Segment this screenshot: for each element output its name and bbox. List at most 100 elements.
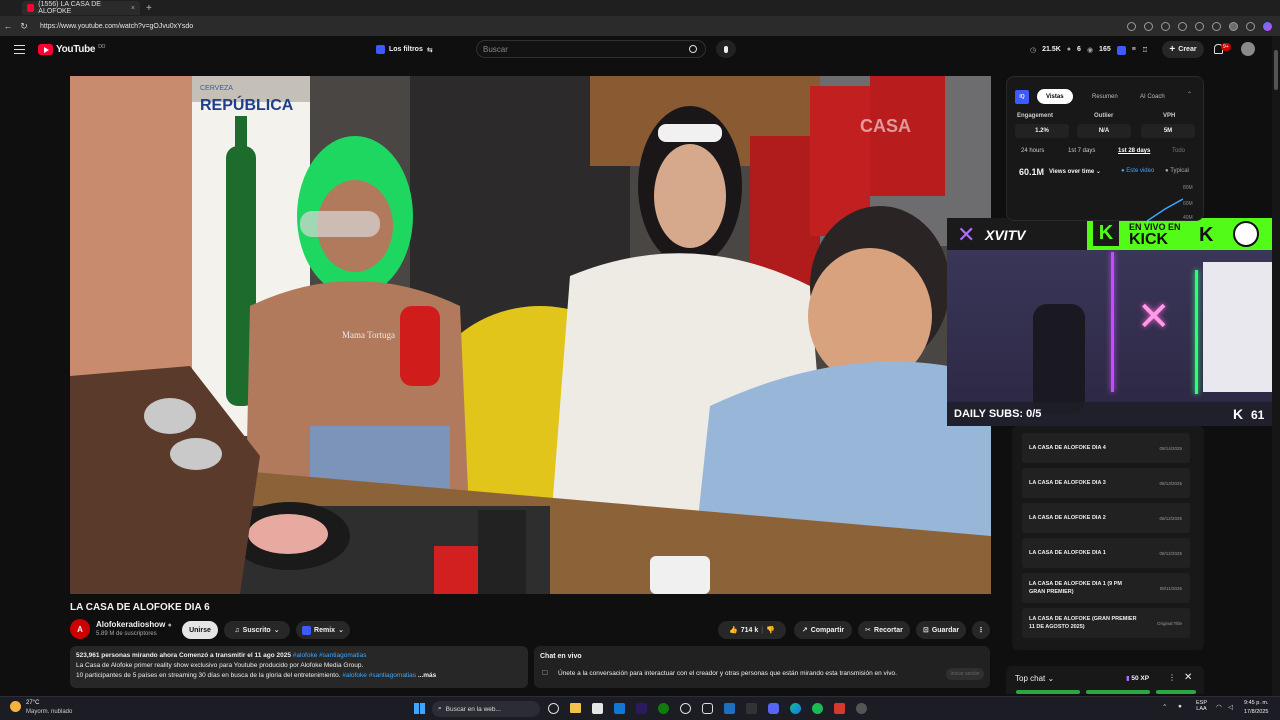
discord-icon[interactable] [768,703,779,714]
apple-tv-icon[interactable] [746,703,757,714]
extension-icon[interactable] [1178,21,1187,31]
page-scrollbar[interactable] [1272,36,1280,696]
create-button[interactable]: + Crear [1162,41,1204,58]
show-more-link[interactable]: ...más [418,672,436,679]
edge-icon[interactable] [790,703,801,714]
description-tags[interactable]: #alofoke #santiagomatias [293,652,367,659]
hamburger-menu-icon[interactable] [14,45,25,54]
outlook-icon[interactable] [614,703,625,714]
browser-tab[interactable]: (1556) LA CASA DE ALOFOKE × [22,1,140,15]
profile-icon[interactable] [1229,21,1238,31]
tab-close-icon[interactable]: × [131,5,135,12]
extension-icons [1127,21,1272,31]
tab-vistas[interactable]: Vistas [1037,89,1073,104]
save-button[interactable]: ⊡ Guardar [916,621,966,639]
subscribed-button[interactable]: ♫ Suscrito ⌄ [224,621,290,639]
list-item[interactable]: LA CASA DE ALOFOKE DIA 2 08/12/2025 [1022,503,1190,533]
video-description[interactable]: 523,961 personas mirando ahora Comenzó a… [70,646,528,688]
xbox-icon[interactable] [658,703,669,714]
browser-tab-bar: (1556) LA CASA DE ALOFOKE × + [0,0,1280,16]
app-icon[interactable] [680,703,691,714]
more-actions-button[interactable]: ⋮ [972,621,990,639]
list-item[interactable]: LA CASA DE ALOFOKE DIA 3 08/13/2025 [1022,468,1190,498]
clock-date[interactable]: 17/8/2025 [1244,709,1268,715]
tab-ai-coach[interactable]: AI Coach [1131,89,1174,104]
back-icon[interactable]: ← [0,21,16,31]
windows-start-icon[interactable] [414,703,425,714]
account-avatar[interactable] [1241,42,1255,56]
clip-button[interactable]: ✂ Recortar [858,621,910,639]
list-item[interactable]: LA CASA DE ALOFOKE DIA 4 08/14/2025 [1022,433,1190,463]
app-icon[interactable] [592,703,603,714]
user-icon: ● [1066,46,1072,53]
metric-engagement: 1.2% [1015,124,1069,138]
list-item[interactable]: LA CASA DE ALOFOKE DIA 1 08/12/2025 [1022,538,1190,568]
chat-chip[interactable] [1086,690,1150,694]
reload-icon[interactable]: ↻ [16,21,32,32]
range-28d[interactable]: 1st 28 days [1118,148,1150,154]
weather-icon[interactable] [10,701,21,712]
app-icon[interactable] [702,703,713,714]
thumbs-down-icon[interactable]: 👎 [766,626,775,634]
playlist-date: Original Title [1156,620,1182,626]
volume-icon[interactable]: ◁ [1228,703,1233,711]
more-icon[interactable]: ⋮ [1168,673,1176,682]
tray-icon[interactable]: ● [1178,703,1182,710]
taskbar-search[interactable]: ⌕ Buscar en la web... [432,701,540,717]
overlay-brand: XVITV [985,227,1026,243]
copilot-icon[interactable] [1263,21,1272,31]
join-button[interactable]: Unirse [182,621,218,639]
scrollbar-thumb[interactable] [1274,50,1278,90]
app-icon[interactable] [724,703,735,714]
tray-chevron-icon[interactable]: ⌃ [1162,703,1167,711]
wifi-icon[interactable]: ◠ [1216,703,1222,711]
premiere-icon[interactable] [636,703,647,714]
extension-icon[interactable] [1144,21,1153,31]
list-item[interactable]: LA CASA DE ALOFOKE (GRAN PREMIER 11 DE A… [1022,608,1190,638]
vidiq-icon[interactable] [1116,46,1126,55]
channel-name[interactable]: Alofokeradioshow ● [96,620,172,629]
search-input[interactable]: Buscar [476,40,706,58]
bookmark-star-icon[interactable] [1161,21,1170,31]
address-bar: ← ↻ https://www.youtube.com/watch?v=gOJv… [0,16,1280,36]
channel-avatar[interactable]: A [70,619,90,639]
description-tags[interactable]: #alofoke #santiagomatias [342,672,416,679]
app-icon[interactable] [856,703,867,714]
more-icon[interactable] [1246,21,1255,31]
collapse-icon[interactable]: ⌃ [1187,91,1192,98]
chat-chip[interactable] [1016,690,1080,694]
chat-chip[interactable] [1156,690,1196,694]
share-button[interactable]: ↗ Compartir [794,621,852,639]
file-explorer-icon[interactable] [570,703,581,713]
app-icon[interactable] [834,703,845,714]
extension-icon[interactable] [1127,21,1136,31]
remix-button[interactable]: Remix ⌄ [296,621,350,639]
url-field[interactable]: https://www.youtube.com/watch?v=gOJvu0xY… [40,23,193,30]
like-button[interactable]: 👍 714 k | 👎 [718,621,786,639]
filters-button[interactable]: Los filtros ⇆ [376,45,433,54]
voice-search-button[interactable] [716,40,736,58]
sign-in-button[interactable]: Iniciar sesión [946,668,984,680]
playlist-date: 08/14/2025 [1159,445,1182,451]
playlist-title: LA CASA DE ALOFOKE (GRAN PREMIER 11 DE A… [1029,616,1137,630]
new-tab-button[interactable]: + [146,3,152,14]
language-indicator[interactable]: ESP LAA [1196,700,1207,712]
taskview-icon[interactable] [548,703,559,714]
clock-time[interactable]: 9:45 p. m. [1244,700,1268,706]
list-item[interactable]: LA CASA DE ALOFOKE DIA 1 (9 PM GRAN PREM… [1022,573,1190,603]
top-chat-dropdown[interactable]: Top chat ⌄ [1015,674,1054,683]
list-icon[interactable]: ≡ [1132,46,1136,55]
puzzle-icon[interactable] [1195,21,1204,31]
views-over-time-dropdown[interactable]: Views over time ⌄ [1049,168,1101,175]
close-icon[interactable]: ✕ [1184,672,1192,683]
favorites-icon[interactable] [1212,21,1221,31]
search-icon[interactable] [689,45,697,53]
video-player[interactable]: CERVEZA REPÚBLICA CASA Mama Tortuga [70,76,991,594]
range-7d[interactable]: 1st 7 days [1068,148,1095,154]
range-all[interactable]: Todo [1172,148,1185,154]
trophy-icon[interactable]: ♖ [1142,46,1148,55]
tab-resumen[interactable]: Resumen [1083,89,1127,104]
range-24h[interactable]: 24 hours [1021,148,1044,154]
youtube-logo[interactable]: YouTube DO [38,44,105,55]
spotify-icon[interactable] [812,703,823,714]
